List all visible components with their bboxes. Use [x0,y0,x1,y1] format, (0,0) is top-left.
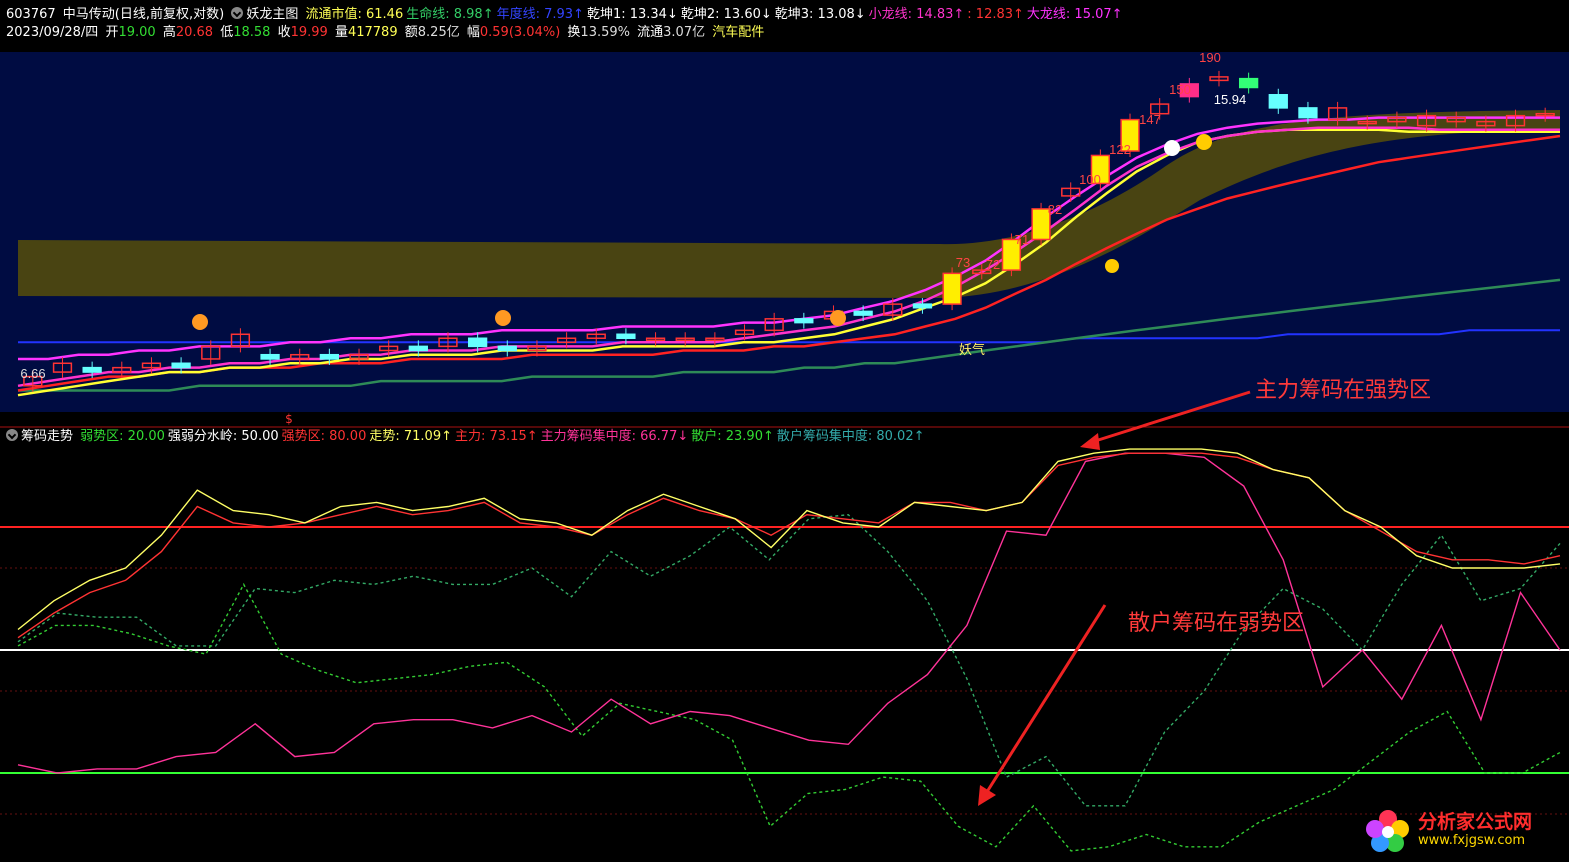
main-plot-area [0,52,1569,412]
candle [794,318,814,324]
price-label: 147 [1139,112,1161,127]
candle [1238,77,1259,89]
candle [171,362,191,369]
candle [1298,107,1318,119]
chart-canvas: 190 150 147 122 100 82 73 72 71 15.94 6.66 妖气 $ [0,50,1569,852]
site-logo: 分析家公式网 www.fxjgsw.com [1360,805,1560,857]
smile-icon [1196,134,1212,150]
indicator-line [17,452,1561,639]
price-label: 6.66 [20,366,45,381]
annotation-retail-weak: 散户筹码在弱势区 [1128,611,1305,636]
flower-logo-icon [1366,810,1409,852]
indicator-line [17,582,1561,852]
price-label: 71 [1015,232,1029,247]
candle [497,345,517,352]
logo-text: 分析家公式网 [1418,811,1533,833]
candle [319,353,340,360]
plus-icon [1164,140,1180,156]
price-label: 100 [1079,172,1101,187]
candle [853,310,873,316]
indicator-line [17,513,1561,807]
indicator-line [17,448,1561,631]
price-label: 73 [956,255,970,270]
signal-icon [830,310,846,326]
annotation-arrow-lower [978,604,1107,806]
price-label: 72 [986,257,1000,272]
candle [467,337,488,348]
signal-label: $ [285,412,293,426]
candle [408,345,428,352]
yaoqi-label: 妖气 [959,342,985,358]
annotation-main-strong: 主力筹码在强势区 [1255,378,1432,403]
logo-url: www.fxjgsw.com [1418,833,1526,848]
candle [912,303,933,309]
indicator-line [17,452,1561,774]
candle [82,366,102,373]
candle [260,353,280,360]
price-label: 15.94 [1214,92,1247,107]
candle [942,272,962,305]
price-label: 150 [1169,82,1191,97]
candle [616,333,636,340]
candle [1268,94,1288,109]
smile-icon [1105,259,1119,273]
signal-icon [192,314,208,330]
price-label: 122 [1109,142,1131,157]
price-label: 190 [1199,50,1221,65]
price-label: 82 [1048,202,1062,217]
signal-icon [495,310,511,326]
